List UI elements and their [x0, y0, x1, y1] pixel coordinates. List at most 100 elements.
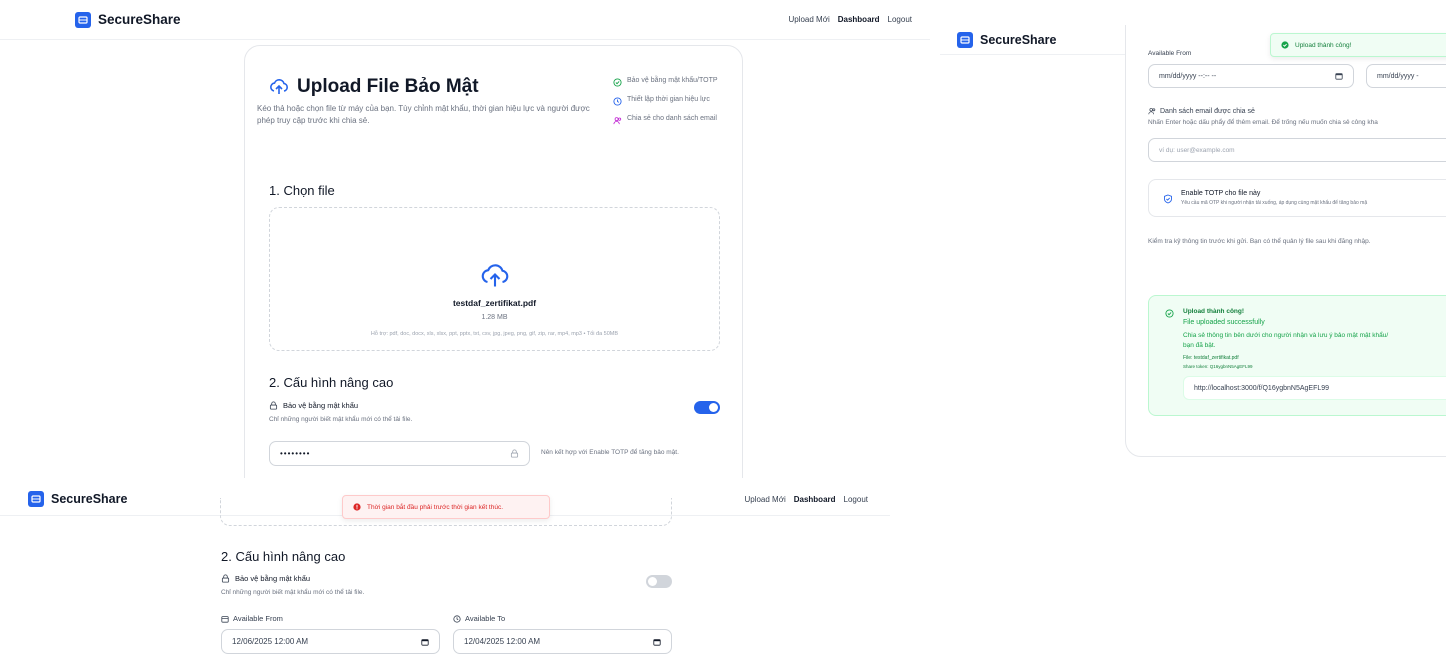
- calendar-icon: [653, 638, 661, 646]
- check-circle-icon: [1165, 309, 1174, 318]
- lock-icon: [269, 401, 278, 410]
- nav-logout-link[interactable]: Logout: [888, 15, 912, 24]
- password-label: Bảo vệ bằng mật khẩu: [283, 401, 359, 410]
- lock-icon: [510, 449, 519, 458]
- file-section-heading: 1. Chọn file: [269, 183, 335, 198]
- cloud-upload-icon: [270, 79, 288, 94]
- advanced-heading: 2. Cấu hình nâng cao: [221, 549, 346, 564]
- success-box: Upload thành công! File uploaded success…: [1148, 295, 1446, 416]
- feature-text: Bảo vệ bằng mật khẩu/TOTP: [627, 77, 718, 84]
- lock-icon: [221, 574, 230, 583]
- email-label-text: Danh sách email được chia sẻ: [1160, 107, 1255, 115]
- page-description: Kéo thả hoặc chọn file từ máy của bạn. T…: [257, 104, 590, 125]
- password-option: Bảo vệ bằng mật khẩu: [221, 574, 310, 583]
- available-to-label: Available To: [453, 614, 505, 623]
- share-link: http://localhost:3000/f/Q16ygbnN5AgEFL99: [1194, 384, 1330, 392]
- check-circle-icon: [1281, 41, 1289, 49]
- password-toggle[interactable]: [694, 401, 720, 414]
- password-hint: Chỉ những người biết mật khẩu mới có thể…: [221, 589, 365, 596]
- available-from-label: Available From: [1148, 50, 1192, 57]
- users-icon: [613, 117, 622, 125]
- logo-icon: [75, 11, 91, 28]
- password-hint: Chỉ những người biết mật khẩu mới có thể…: [269, 416, 413, 423]
- success-token: Share token: Q16ygbnN5AgEFL99: [1183, 364, 1253, 369]
- totp-title: Enable TOTP cho file này: [1181, 190, 1261, 197]
- password-input[interactable]: ••••••••: [269, 441, 530, 466]
- from-placeholder: mm/dd/yyyy --:-- --: [1159, 72, 1217, 80]
- nav-upload-link[interactable]: Upload Mới: [788, 15, 829, 24]
- upload-success-panel: SecureShare Available From mm/dd/yyyy --…: [940, 25, 1446, 475]
- page-title: Upload File Bảo Mật: [269, 76, 479, 98]
- brand-name: SecureShare: [98, 12, 181, 27]
- toggle-knob: [709, 403, 718, 412]
- shield-check-icon: [1164, 194, 1172, 204]
- available-to-input[interactable]: mm/dd/yyyy -: [1366, 64, 1446, 88]
- users-icon: [1148, 108, 1156, 115]
- upload-card: Upload File Bảo Mật Kéo thả hoặc chọn fi…: [244, 45, 743, 478]
- password-toggle[interactable]: [646, 575, 672, 588]
- password-option: Bảo vệ bằng mật khẩu: [269, 401, 358, 410]
- password-label: Bảo vệ bằng mật khẩu: [235, 574, 311, 583]
- to-value: 12/04/2025 12:00 AM: [464, 637, 541, 646]
- review-note: Kiểm tra kỹ thông tin trước khi gửi. Bạn…: [1148, 238, 1371, 245]
- dropzone[interactable]: testdaf_zertifikat.pdf 1.28 MB Hỗ trợ: p…: [269, 207, 720, 351]
- success-file: File: testdaf_zertifikat.pdf: [1183, 355, 1239, 361]
- error-toast: Thời gian bắt đầu phải trước thời gian k…: [342, 495, 550, 519]
- available-to-input[interactable]: 12/04/2025 12:00 AM: [453, 629, 672, 654]
- cloud-upload-icon: [481, 264, 509, 287]
- page-title-text: Upload File Bảo Mật: [297, 76, 479, 97]
- success-title: Upload thành công!: [1183, 308, 1245, 315]
- toggle-knob: [648, 577, 657, 586]
- feature-item: Thiết lập thời gian hiệu lực: [613, 95, 723, 106]
- brand-name: SecureShare: [980, 32, 1057, 47]
- success-info-2: bạn đã bật.: [1183, 342, 1216, 349]
- password-value: ••••••••: [280, 449, 311, 458]
- navbar: SecureShare Upload Mới Dashboard Logout: [0, 0, 930, 40]
- nav-upload-link[interactable]: Upload Mới: [744, 495, 785, 504]
- nav-links: Upload Mới Dashboard Logout: [744, 495, 868, 504]
- success-info: Chia sẻ thông tin bên dưới cho người nhậ…: [1183, 332, 1389, 339]
- selected-filename: testdaf_zertifikat.pdf: [452, 298, 537, 308]
- toast-text: Upload thành công!: [1295, 41, 1352, 49]
- toast-text: Thời gian bắt đầu phải trước thời gian k…: [367, 503, 504, 511]
- nav-links: Upload Mới Dashboard Logout: [788, 15, 912, 24]
- nav-dashboard-link[interactable]: Dashboard: [838, 15, 880, 24]
- email-hint: Nhấn Enter hoặc dấu phẩy để thêm email. …: [1148, 119, 1378, 126]
- validation-error-panel: SecureShare Upload Mới Dashboard Logout …: [0, 483, 890, 660]
- email-list-label: Danh sách email được chia sẻ: [1148, 107, 1255, 115]
- alert-circle-icon: [353, 503, 361, 511]
- success-toast: Upload thành công!: [1270, 33, 1446, 57]
- advanced-heading: 2. Cấu hình nâng cao: [269, 375, 394, 390]
- nav-dashboard-link[interactable]: Dashboard: [794, 495, 836, 504]
- from-value: 12/06/2025 12:00 AM: [232, 637, 309, 646]
- totp-desc: Yêu cầu mã OTP khi người nhận tải xuống,…: [1181, 200, 1368, 206]
- nav-logout-link[interactable]: Logout: [844, 495, 868, 504]
- available-from-input[interactable]: mm/dd/yyyy --:-- --: [1148, 64, 1354, 88]
- clock-icon: [453, 614, 461, 623]
- feature-item: Chia sẻ cho danh sách email: [613, 114, 723, 125]
- upload-page-panel: SecureShare Upload Mới Dashboard Logout …: [0, 0, 930, 478]
- brand[interactable]: SecureShare: [75, 11, 181, 28]
- email-input[interactable]: ví dụ: user@example.com: [1148, 138, 1446, 162]
- totp-option[interactable]: Enable TOTP cho file này Yêu cầu mã OTP …: [1148, 179, 1446, 217]
- shield-check-icon: [613, 78, 622, 87]
- password-tip: Nên kết hợp với Enable TOTP để tăng bảo …: [541, 449, 679, 456]
- feature-list: Bảo vệ bằng mật khẩu/TOTP Thiết lập thời…: [613, 76, 723, 133]
- selected-filesize: 1.28 MB: [481, 314, 508, 321]
- supported-formats: Hỗ trợ: pdf, doc, docx, xls, xlsx, ppt, …: [370, 331, 619, 337]
- share-link-field[interactable]: http://localhost:3000/f/Q16ygbnN5AgEFL99: [1183, 376, 1446, 400]
- calendar-icon: [421, 638, 429, 646]
- available-from-label: Available From: [221, 614, 283, 623]
- brand[interactable]: SecureShare: [957, 31, 1057, 48]
- feature-text: Chia sẻ cho danh sách email: [627, 115, 717, 122]
- available-from-input[interactable]: 12/06/2025 12:00 AM: [221, 629, 440, 654]
- clock-icon: [613, 97, 622, 106]
- upload-card: Available From mm/dd/yyyy --:-- -- mm/dd…: [1125, 25, 1446, 457]
- brand[interactable]: SecureShare: [28, 491, 127, 507]
- available-from-text: Available From: [233, 614, 283, 623]
- logo-icon: [957, 31, 973, 48]
- feature-text: Thiết lập thời gian hiệu lực: [627, 96, 710, 103]
- feature-item: Bảo vệ bằng mật khẩu/TOTP: [613, 76, 723, 87]
- success-subtitle: File uploaded successfully: [1183, 319, 1265, 326]
- to-placeholder: mm/dd/yyyy -: [1377, 72, 1419, 80]
